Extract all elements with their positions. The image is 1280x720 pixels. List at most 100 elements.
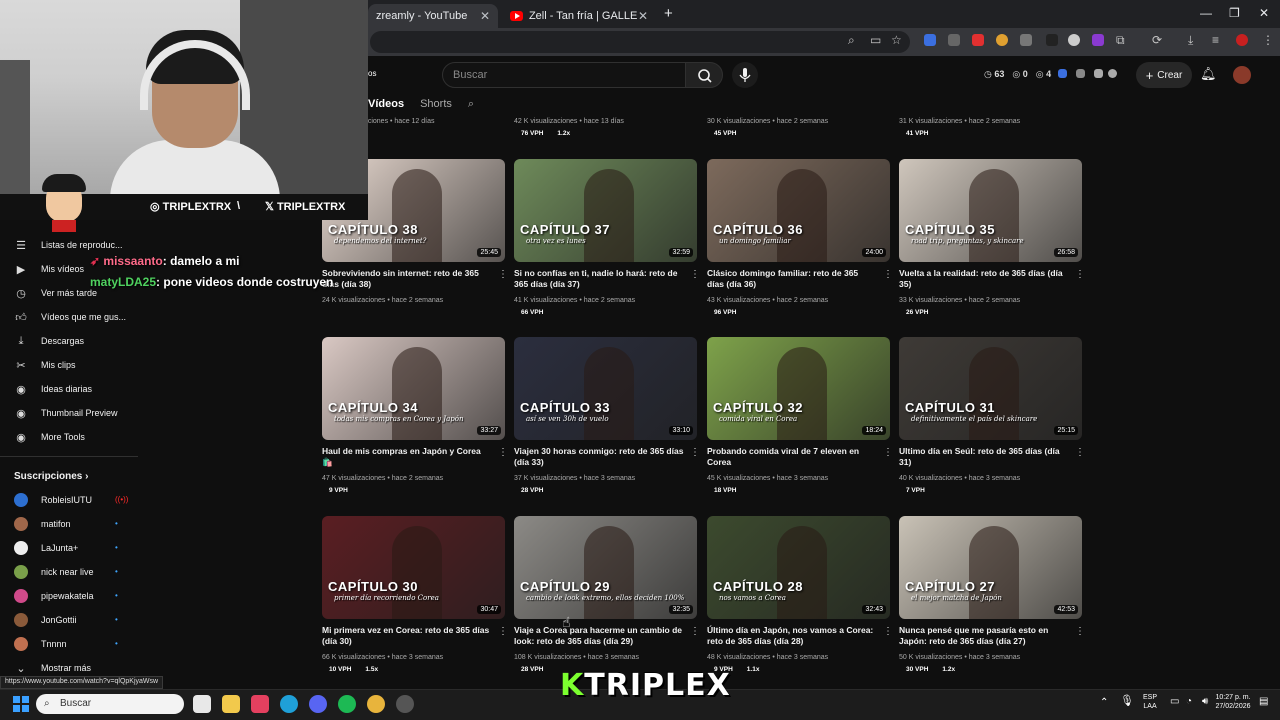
more-options-icon[interactable]: ⋮ xyxy=(1075,447,1085,458)
sidebar-item[interactable]: ◷ Ver más tarde xyxy=(14,285,97,301)
subscription-item[interactable]: nick near live xyxy=(14,564,94,580)
browser-tab[interactable]: Zell - Tan fría | GALLERY SESSIO ✕ xyxy=(502,4,656,28)
search-input[interactable]: Buscar xyxy=(442,62,686,88)
new-tab-button[interactable]: + xyxy=(664,5,673,22)
subscription-item[interactable]: matifon xyxy=(14,516,71,532)
extensions-puzzle-icon[interactable]: ⧉ xyxy=(1116,33,1125,48)
subscription-item[interactable]: pipewakatela xyxy=(14,588,94,604)
subscription-item[interactable]: JonGottii xyxy=(14,612,77,628)
video-thumbnail[interactable]: CAPÍTULO 32 comida viral en Corea 18:24 xyxy=(707,337,890,440)
file-explorer-icon[interactable] xyxy=(222,695,240,713)
task-view-icon[interactable] xyxy=(193,695,211,713)
download-icon[interactable]: ⤓ xyxy=(1188,33,1193,48)
reading-list-icon[interactable]: ≡ xyxy=(1212,33,1219,47)
video-title[interactable]: Último día en Japón, nos vamos a Corea: … xyxy=(707,625,877,647)
extension-icon[interactable] xyxy=(972,34,984,46)
extension-icon[interactable] xyxy=(1020,34,1032,46)
video-title[interactable]: Ultimo día en Seúl: reto de 365 días (dí… xyxy=(899,446,1069,468)
video-thumbnail[interactable]: CAPÍTULO 35 road trip, preguntas, y skinc… xyxy=(899,159,1082,262)
video-title[interactable]: Sobreviviendo sin internet: reto de 365 … xyxy=(322,268,492,290)
wifi-icon[interactable]: ◔ xyxy=(1186,697,1192,707)
video-title[interactable]: Nunca pensé que me pasaría esto en Japón… xyxy=(899,625,1069,647)
bookmark-star-icon[interactable]: ☆ xyxy=(891,33,902,47)
video-title[interactable]: Mi primera vez en Corea: reto de 365 día… xyxy=(322,625,492,647)
chrome-icon[interactable] xyxy=(367,695,385,713)
windows-start-icon[interactable] xyxy=(13,696,29,712)
tab-shorts[interactable]: Shorts xyxy=(420,98,452,114)
video-thumbnail[interactable]: CAPÍTULO 34 todas mis compras en Corea y … xyxy=(322,337,505,440)
cast-icon[interactable]: ▭ xyxy=(870,33,881,47)
clock[interactable]: 10:27 p. m. 27/02/2026 xyxy=(1207,693,1259,711)
notifications-bell-icon[interactable]: 🔔︎ xyxy=(1200,66,1217,82)
more-options-icon[interactable]: ⋮ xyxy=(883,447,893,458)
instagram-app-icon[interactable] xyxy=(251,695,269,713)
video-thumbnail[interactable]: CAPÍTULO 36 un domingo familiar 24:00 xyxy=(707,159,890,262)
browser-menu-icon[interactable]: ⋮ xyxy=(1262,33,1274,47)
video-thumbnail[interactable]: CAPÍTULO 37 otra vez es lunes 32:59 xyxy=(514,159,697,262)
sidebar-item[interactable]: 👍︎ Vídeos que me gus... xyxy=(14,309,126,325)
video-thumbnail[interactable]: CAPÍTULO 31 definitivamente el país del s… xyxy=(899,337,1082,440)
discord-icon[interactable] xyxy=(309,695,327,713)
taskbar-search[interactable]: Buscar xyxy=(36,694,184,714)
more-options-icon[interactable]: ⋮ xyxy=(1075,626,1085,637)
more-options-icon[interactable]: ⋮ xyxy=(690,447,700,458)
profile-sync-icon[interactable]: ⟳ xyxy=(1152,33,1162,47)
sidebar-item[interactable]: ▶ Mis vídeos xyxy=(14,261,84,277)
more-options-icon[interactable]: ⋮ xyxy=(883,626,893,637)
extension-icon[interactable] xyxy=(924,34,936,46)
subscriptions-heading[interactable]: Suscripciones › xyxy=(14,471,88,482)
header-extension-icon[interactable] xyxy=(1108,69,1117,78)
subscription-item[interactable]: LaJunta+ xyxy=(14,540,78,556)
notifications-icon[interactable]: ▤ xyxy=(1259,697,1268,707)
spotify-icon[interactable] xyxy=(338,695,356,713)
sidebar-item[interactable]: ⤓ Descargas xyxy=(14,333,84,349)
more-options-icon[interactable]: ⋮ xyxy=(498,626,508,637)
sidebar-item[interactable]: ☰ Listas de reproduc... xyxy=(14,237,122,253)
video-thumbnail[interactable]: CAPÍTULO 33 así se ven 30h de vuelo 33:10 xyxy=(514,337,697,440)
video-title[interactable]: Vuelta a la realidad: reto de 365 días (… xyxy=(899,268,1069,290)
sidebar-item[interactable]: ◉ Thumbnail Preview xyxy=(14,405,117,421)
video-thumbnail[interactable]: CAPÍTULO 28 nos vamos a Corea 32:43 xyxy=(707,516,890,619)
voice-search-button[interactable] xyxy=(732,62,758,88)
video-title[interactable]: Viajen 30 horas conmigo: reto de 365 día… xyxy=(514,446,684,468)
sidebar-item[interactable]: ◉ More Tools xyxy=(14,429,85,445)
address-bar[interactable] xyxy=(370,31,910,53)
more-options-icon[interactable]: ⋮ xyxy=(883,269,893,280)
more-options-icon[interactable]: ⋮ xyxy=(498,269,508,280)
more-options-icon[interactable]: ⋮ xyxy=(690,269,700,280)
create-button[interactable]: + Crear xyxy=(1136,62,1192,88)
video-title[interactable]: Clásico domingo familiar: reto de 365 dí… xyxy=(707,268,877,290)
extension-icon[interactable] xyxy=(948,34,960,46)
sidebar-item[interactable]: ◉ Ideas diarias xyxy=(14,381,92,397)
extension-icon[interactable] xyxy=(1046,34,1058,46)
zoom-icon[interactable]: ⌕ xyxy=(848,33,855,48)
tab-close-icon[interactable]: ✕ xyxy=(638,9,648,23)
more-options-icon[interactable]: ⋮ xyxy=(1075,269,1085,280)
account-avatar[interactable] xyxy=(1233,66,1251,84)
close-window-button[interactable]: ✕ xyxy=(1259,6,1269,20)
extension-icon[interactable] xyxy=(1236,34,1248,46)
video-title[interactable]: Probando comida viral de 7 eleven en Cor… xyxy=(707,446,877,468)
video-thumbnail[interactable]: CAPÍTULO 27 el mejor matcha de Japón 42:53 xyxy=(899,516,1082,619)
tab-videos[interactable]: Vídeos xyxy=(368,98,404,114)
tray-chevron-icon[interactable]: ⌃ xyxy=(1100,698,1108,708)
tab-close-icon[interactable]: ✕ xyxy=(480,9,490,23)
sidebar-item[interactable]: ✂ Mis clips xyxy=(14,357,75,373)
show-more-button[interactable]: ⌄ Mostrar más xyxy=(14,660,91,676)
channel-search-icon[interactable]: ⌕ xyxy=(468,98,474,114)
subscription-item[interactable]: RobleisIUTU xyxy=(14,492,92,508)
minimize-button[interactable]: — xyxy=(1200,6,1212,20)
header-extension-icon[interactable] xyxy=(1094,69,1103,78)
microphone-tray-icon[interactable]: 🎙︎ xyxy=(1120,696,1134,707)
maximize-button[interactable]: ❐ xyxy=(1229,6,1240,20)
video-thumbnail[interactable]: CAPÍTULO 30 primer día recorriendo Corea 3… xyxy=(322,516,505,619)
network-icon[interactable]: ▭ xyxy=(1170,697,1179,707)
video-title[interactable]: Haul de mis compras en Japón y Corea 🛍️ xyxy=(322,446,492,468)
video-title[interactable]: Viaje a Corea para hacerme un cambio de … xyxy=(514,625,684,647)
more-options-icon[interactable]: ⋮ xyxy=(498,447,508,458)
subscription-item[interactable]: Tnnnn xyxy=(14,636,67,652)
search-button[interactable] xyxy=(685,62,723,88)
browser-tab-active[interactable]: zreamly - YouTube ✕ xyxy=(368,4,498,28)
extension-icon[interactable] xyxy=(1092,34,1104,46)
video-thumbnail[interactable]: CAPÍTULO 29 cambio de look extremo, ellos… xyxy=(514,516,697,619)
